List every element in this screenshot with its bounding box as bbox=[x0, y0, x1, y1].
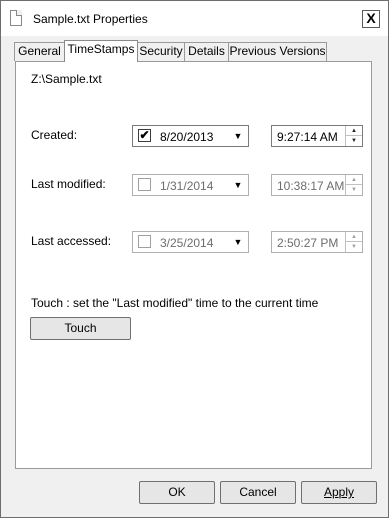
tab-details[interactable]: Details bbox=[184, 42, 229, 61]
touch-description: Touch : set the "Last modified" time to … bbox=[31, 296, 319, 310]
last-accessed-time-spinner: ▲ ▼ bbox=[345, 232, 362, 252]
apply-button[interactable]: Apply bbox=[301, 481, 377, 504]
chevron-down-icon[interactable]: ▼ bbox=[231, 129, 245, 143]
created-date-picker[interactable]: ✔ 8/20/2013 ▼ bbox=[132, 125, 249, 147]
last-accessed-time-value: 2:50:27 PM bbox=[277, 236, 339, 250]
properties-dialog: Sample.txt Properties X General TimeStam… bbox=[0, 0, 389, 518]
spin-up-icon[interactable]: ▲ bbox=[346, 126, 362, 136]
chevron-down-icon[interactable]: ▼ bbox=[231, 178, 245, 192]
cancel-button[interactable]: Cancel bbox=[220, 481, 296, 504]
last-accessed-date-picker[interactable]: 3/25/2014 ▼ bbox=[132, 231, 249, 253]
last-modified-date-picker[interactable]: 1/31/2014 ▼ bbox=[132, 174, 249, 196]
tab-general[interactable]: General bbox=[14, 42, 65, 61]
last-modified-label: Last modified: bbox=[31, 177, 106, 191]
created-time-spinner: ▲ ▼ bbox=[345, 126, 362, 146]
spin-up-icon[interactable]: ▲ bbox=[346, 232, 362, 242]
last-accessed-time-picker[interactable]: 2:50:27 PM ▲ ▼ bbox=[271, 231, 363, 253]
spin-down-icon[interactable]: ▼ bbox=[346, 185, 362, 195]
last-accessed-checkbox[interactable] bbox=[138, 235, 151, 248]
touch-button[interactable]: Touch bbox=[30, 317, 131, 340]
last-modified-date-value: 1/31/2014 bbox=[160, 179, 214, 193]
file-icon bbox=[10, 10, 22, 26]
created-date-value: 8/20/2013 bbox=[160, 130, 214, 144]
created-time-picker[interactable]: 9:27:14 AM ▲ ▼ bbox=[271, 125, 363, 147]
spin-down-icon[interactable]: ▼ bbox=[346, 136, 362, 146]
spin-up-icon[interactable]: ▲ bbox=[346, 175, 362, 185]
last-modified-time-picker[interactable]: 10:38:17 AM ▲ ▼ bbox=[271, 174, 363, 196]
tab-previous-versions[interactable]: Previous Versions bbox=[228, 42, 327, 61]
title-bar: Sample.txt Properties X bbox=[1, 1, 388, 36]
chevron-down-icon[interactable]: ▼ bbox=[231, 235, 245, 249]
last-accessed-date-value: 3/25/2014 bbox=[160, 236, 214, 250]
last-modified-checkbox[interactable] bbox=[138, 178, 151, 191]
close-button[interactable]: X bbox=[362, 10, 380, 28]
ok-button[interactable]: OK bbox=[139, 481, 215, 504]
last-modified-time-spinner: ▲ ▼ bbox=[345, 175, 362, 195]
tab-security[interactable]: Security bbox=[137, 42, 185, 61]
created-time-value: 9:27:14 AM bbox=[277, 130, 338, 144]
last-modified-time-value: 10:38:17 AM bbox=[277, 179, 345, 193]
spin-down-icon[interactable]: ▼ bbox=[346, 242, 362, 252]
last-accessed-label: Last accessed: bbox=[31, 234, 112, 248]
timestamps-panel: Z:\Sample.txt Created: ✔ 8/20/2013 ▼ 9:2… bbox=[15, 61, 372, 469]
created-checkbox[interactable]: ✔ bbox=[138, 129, 151, 142]
created-label: Created: bbox=[31, 128, 78, 142]
window-title: Sample.txt Properties bbox=[33, 12, 148, 26]
file-path: Z:\Sample.txt bbox=[31, 72, 102, 86]
tab-timestamps[interactable]: TimeStamps bbox=[64, 40, 138, 62]
